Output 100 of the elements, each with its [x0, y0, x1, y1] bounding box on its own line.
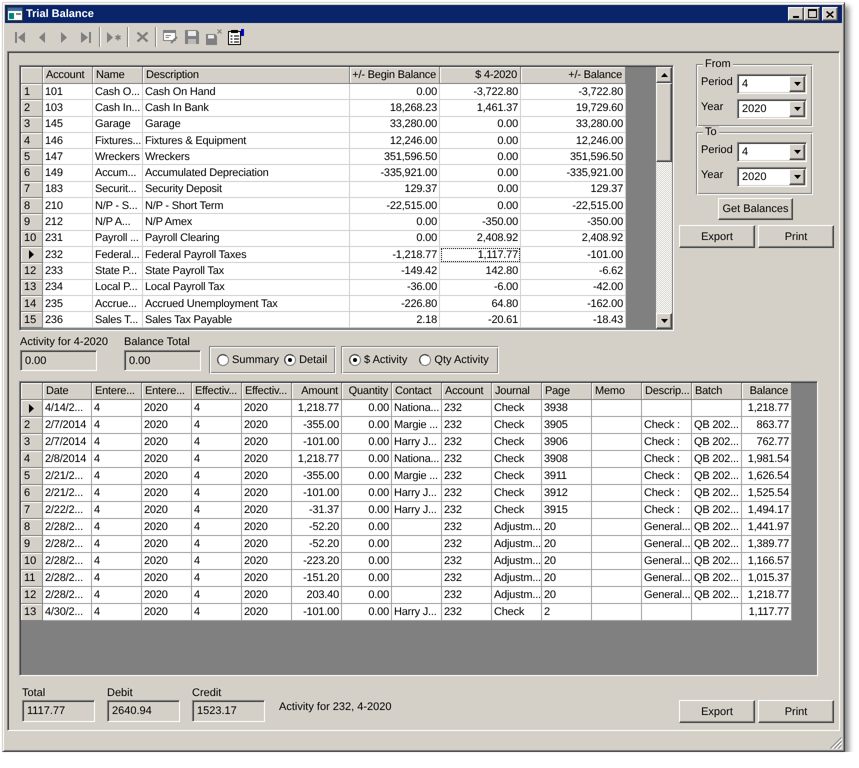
row-header[interactable]: 4	[21, 132, 43, 150]
row-header[interactable]: 3	[21, 434, 43, 451]
column-header[interactable]: Effectiv...	[192, 383, 242, 400]
table-cell: 0.00	[440, 198, 521, 214]
column-header[interactable]: Account	[43, 67, 93, 84]
table-cell: Adjustm...	[492, 536, 542, 553]
table-cell: -1,218.77	[350, 246, 440, 264]
dropdown-button[interactable]	[789, 169, 805, 185]
value-field[interactable]: 0.00	[124, 350, 201, 371]
row-header[interactable]: 10	[21, 553, 43, 570]
dropdown-button[interactable]	[789, 76, 805, 92]
column-header[interactable]: Quantity	[342, 383, 392, 400]
table-cell: 4	[192, 451, 242, 468]
table-cell: 0.00	[440, 116, 521, 133]
row-header[interactable]: 13	[21, 604, 43, 621]
column-header[interactable]: Descrip...	[642, 383, 692, 400]
radio-option[interactable]: Qty Activity	[419, 354, 489, 366]
table-cell: 232	[442, 536, 492, 553]
dropdown-field[interactable]: 4	[737, 74, 807, 94]
close-button[interactable]	[822, 7, 838, 21]
column-header[interactable]: Contact	[392, 383, 442, 400]
table-cell: -22,515.00	[350, 198, 440, 214]
row-header[interactable]: 12	[21, 587, 43, 604]
table-cell: 4	[192, 604, 242, 621]
table-cell: -6.00	[440, 280, 521, 296]
resize-grip-icon	[830, 737, 842, 749]
export-button[interactable]: Export	[679, 225, 755, 248]
column-header[interactable]: Date	[43, 383, 92, 400]
row-header[interactable]	[21, 246, 43, 264]
row-header[interactable]: 12	[21, 263, 43, 280]
row-header[interactable]: 13	[21, 280, 43, 296]
row-header[interactable]: 15	[21, 312, 43, 328]
row-header[interactable]: 14	[21, 296, 43, 312]
table-cell: -3,722.80	[440, 84, 521, 100]
table-cell: 0.00	[350, 230, 440, 247]
row-header[interactable]: 8	[21, 198, 43, 214]
dropdown-button[interactable]	[789, 144, 805, 160]
scroll-down-button[interactable]	[656, 313, 672, 329]
row-header[interactable]: 4	[21, 451, 43, 468]
row-header[interactable]: 2	[21, 417, 43, 434]
print-button[interactable]: Print	[758, 700, 834, 723]
dropdown-field[interactable]: 2020	[737, 167, 807, 187]
value-field[interactable]: 0.00	[20, 350, 97, 371]
column-header[interactable]: Account	[442, 383, 492, 400]
row-header[interactable]: 3	[21, 116, 43, 133]
row-header[interactable]: 7	[21, 502, 43, 519]
row-header[interactable]: 6	[21, 485, 43, 502]
column-header[interactable]: Memo	[592, 383, 642, 400]
column-header[interactable]: Entere...	[142, 383, 192, 400]
row-header[interactable]: 6	[21, 165, 43, 182]
radio-option[interactable]: $ Activity	[349, 354, 408, 366]
column-header[interactable]: +/- Begin Balance	[350, 67, 440, 84]
radio-option[interactable]: Summary	[217, 354, 280, 366]
scroll-up-button[interactable]	[656, 67, 672, 83]
row-header[interactable]: 8	[21, 519, 43, 536]
dropdown-field[interactable]: 2020	[737, 99, 807, 119]
column-header[interactable]: Batch	[692, 383, 742, 400]
column-header[interactable]: Description	[143, 67, 350, 84]
value-field[interactable]: 1117.77	[22, 700, 95, 722]
column-header[interactable]: $ 4-2020	[440, 67, 521, 84]
row-header[interactable]: 9	[21, 214, 43, 231]
row-header[interactable]: 1	[21, 84, 43, 100]
column-header[interactable]: Journal	[492, 383, 542, 400]
get-balances-button[interactable]: Get Balances	[718, 198, 793, 220]
row-header[interactable]: 10	[21, 230, 43, 247]
table-cell: 33,280.00	[350, 116, 440, 133]
table-cell: 2/21/2...	[43, 468, 92, 485]
row-header[interactable]: 5	[21, 149, 43, 166]
column-header[interactable]: Entere...	[92, 383, 142, 400]
table-cell: 2	[542, 604, 592, 621]
row-header[interactable]	[21, 400, 43, 417]
down-arrow-icon	[794, 150, 800, 154]
print-button[interactable]: Print	[758, 225, 834, 248]
column-header[interactable]: Effectiv...	[242, 383, 292, 400]
row-header[interactable]: 11	[21, 570, 43, 587]
radio-option[interactable]: Detail	[284, 354, 328, 366]
row-header[interactable]: 5	[21, 468, 43, 485]
dropdown-button[interactable]	[789, 101, 805, 117]
maximize-button[interactable]	[804, 7, 820, 21]
row-header[interactable]: 7	[21, 182, 43, 198]
vertical-scrollbar[interactable]	[656, 67, 672, 329]
table-cell: 20	[542, 519, 592, 536]
column-header[interactable]: Page	[542, 383, 592, 400]
scrollbar-thumb[interactable]	[656, 83, 672, 162]
table-cell: 4	[192, 502, 242, 519]
column-header[interactable]: Balance	[742, 383, 792, 400]
table-cell: -151.20	[292, 570, 342, 587]
column-header[interactable]: +/- Balance	[521, 67, 626, 84]
table-cell: 0.00	[342, 553, 392, 570]
export-button[interactable]: Export	[679, 700, 755, 723]
group-title: To	[703, 126, 719, 138]
value-field[interactable]: 1523.17	[192, 700, 265, 722]
value-field[interactable]: 2640.94	[107, 700, 180, 722]
minimize-button[interactable]	[788, 7, 804, 21]
column-header[interactable]: Name	[93, 67, 143, 84]
row-header[interactable]: 2	[21, 100, 43, 117]
table-cell: Garage	[143, 116, 350, 133]
dropdown-field[interactable]: 4	[737, 142, 807, 162]
row-header[interactable]: 9	[21, 536, 43, 553]
column-header[interactable]: Amount	[292, 383, 342, 400]
